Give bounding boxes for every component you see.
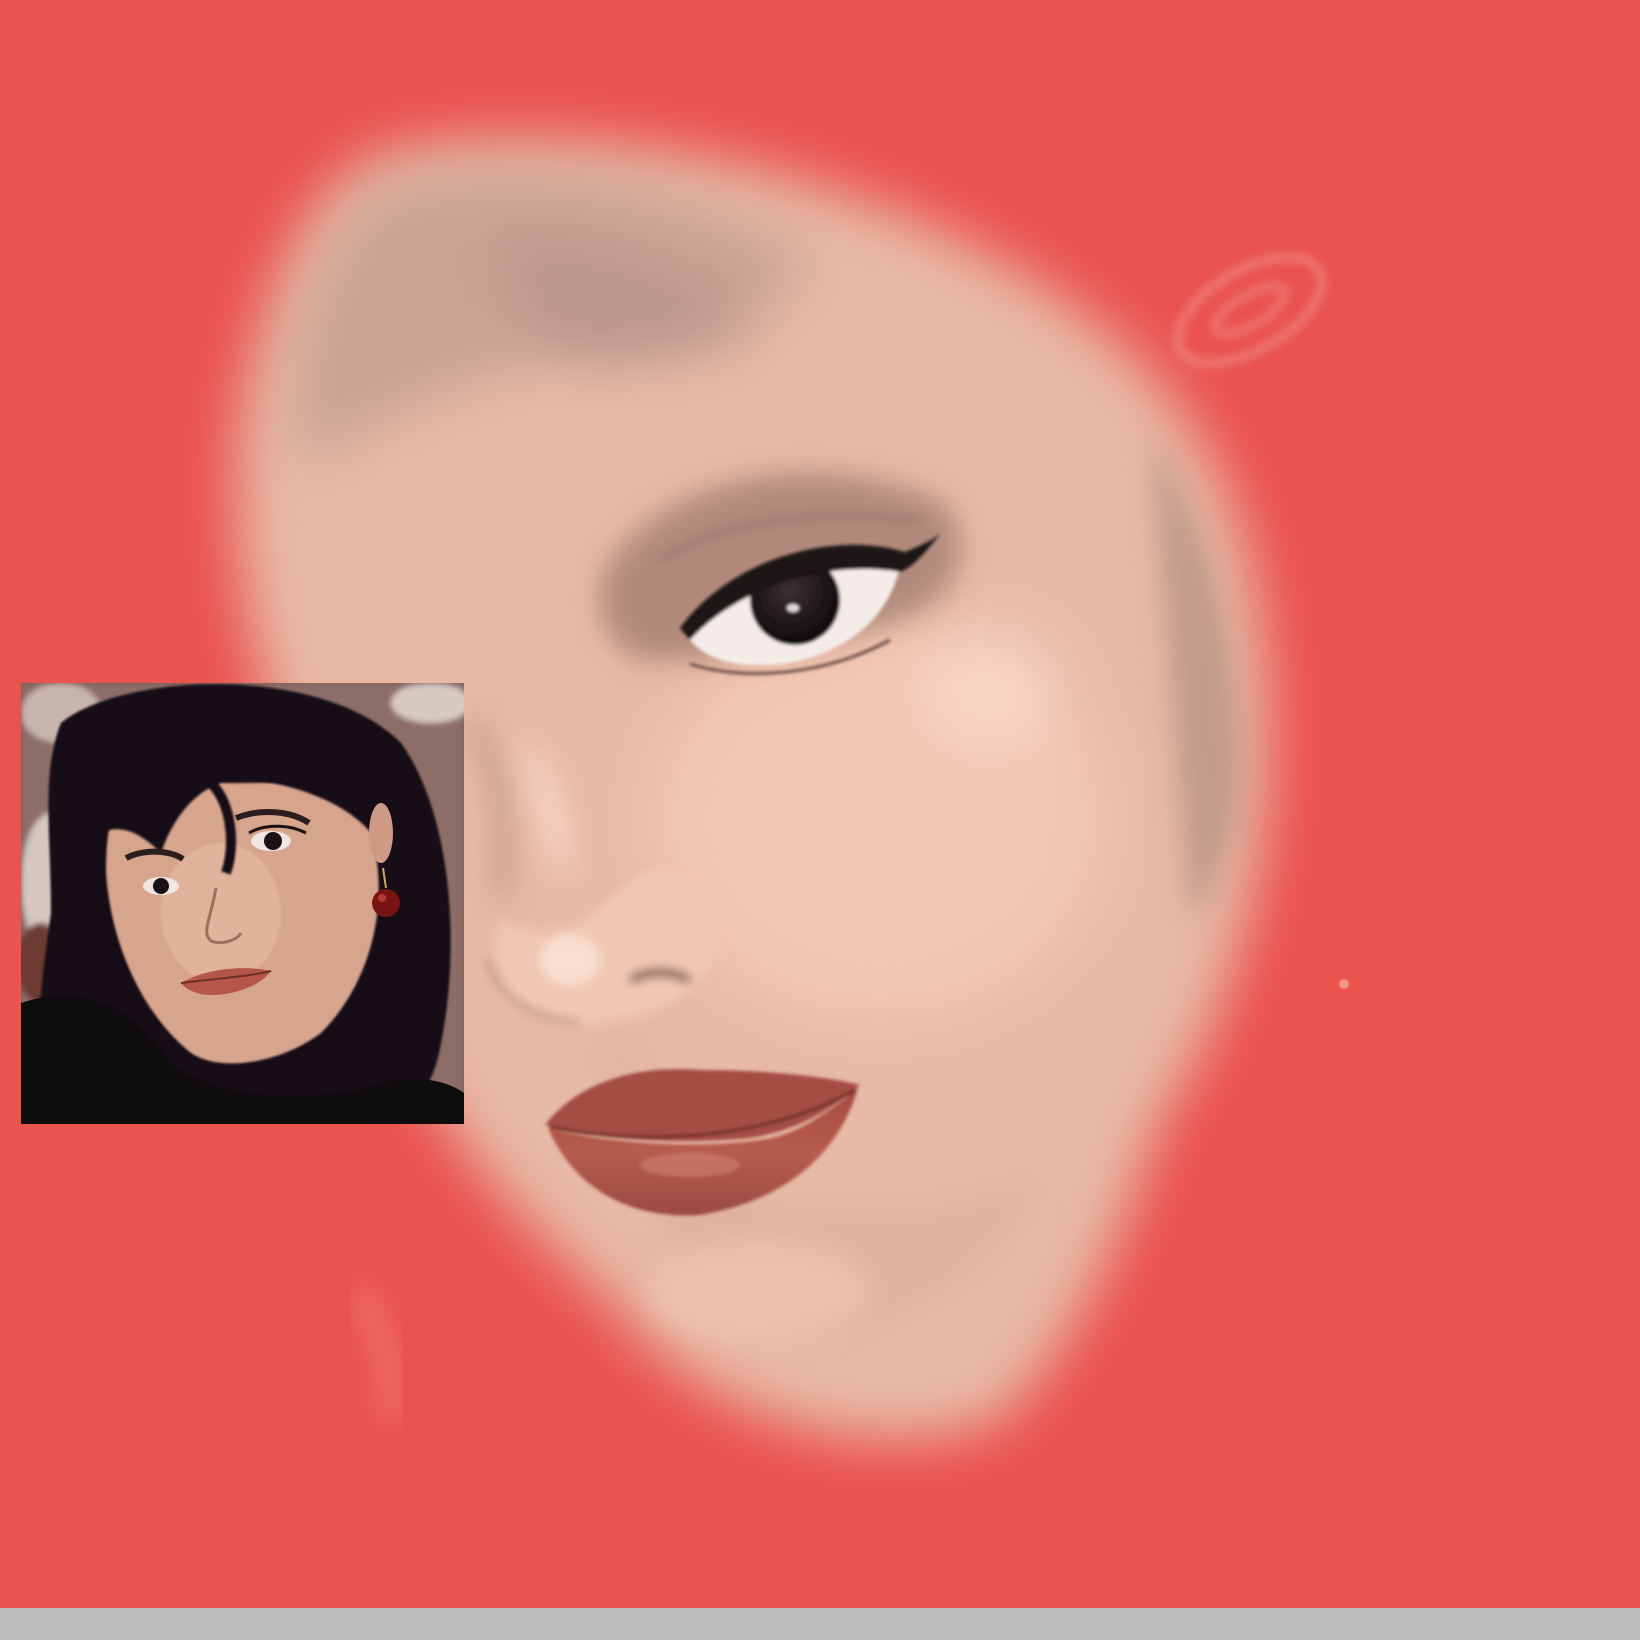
reference-selfie bbox=[21, 683, 464, 1124]
stray-paint-dot bbox=[1339, 979, 1349, 989]
cheek-highlight bbox=[650, 620, 1110, 1020]
bottom-toolbar bbox=[0, 1608, 1640, 1640]
ear bbox=[369, 803, 393, 863]
chin bbox=[650, 1240, 870, 1340]
drawing-app-stage bbox=[0, 0, 1640, 1640]
reference-photo[interactable] bbox=[21, 683, 464, 1124]
